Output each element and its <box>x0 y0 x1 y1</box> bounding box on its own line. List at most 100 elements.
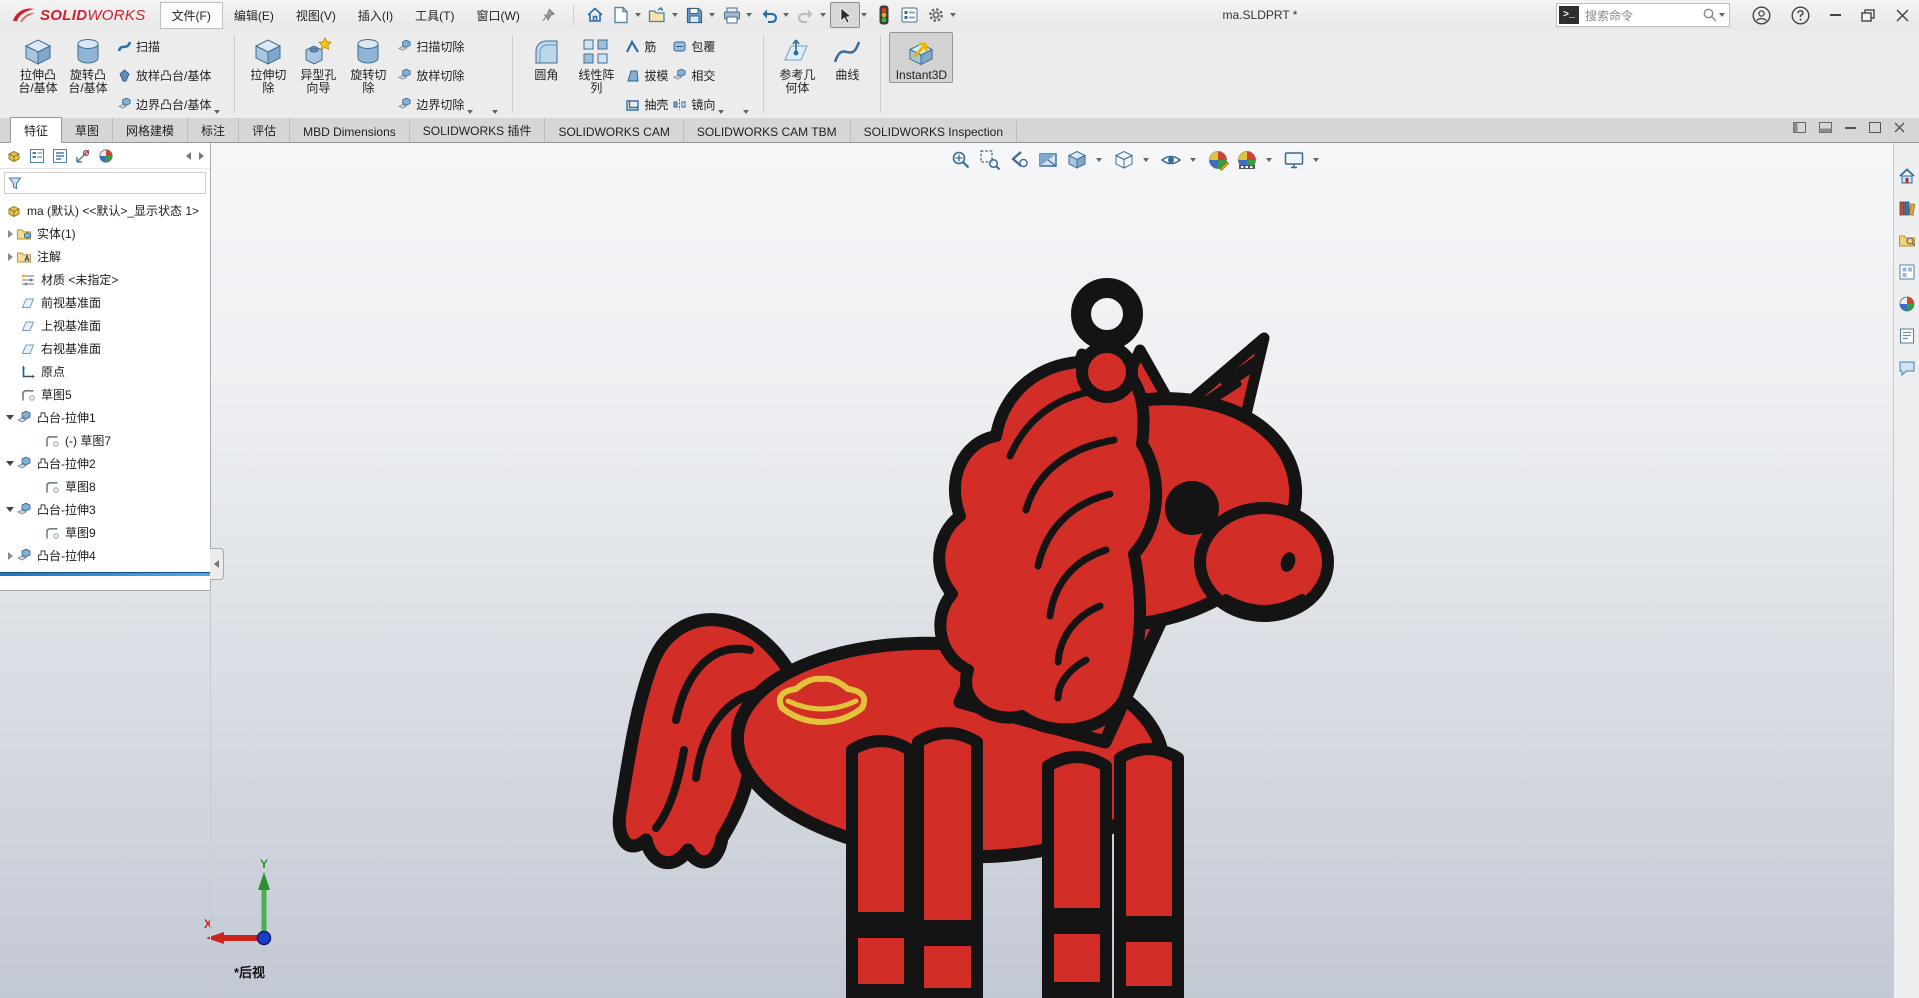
linear-pattern-button[interactable]: 线性阵 列 <box>571 32 621 95</box>
menu-window[interactable]: 窗口(W) <box>466 3 531 28</box>
expander-collapsed-icon[interactable] <box>4 252 16 261</box>
tree-row-boss-extrude3[interactable]: 凸台-拉伸3 <box>0 498 210 521</box>
lofted-cut-button[interactable]: 放样切除 <box>397 64 464 86</box>
menu-edit[interactable]: 编辑(E) <box>223 3 285 28</box>
section-view-icon[interactable] <box>1037 149 1059 171</box>
previous-view-icon[interactable] <box>1008 149 1030 171</box>
panel-split-line[interactable] <box>210 590 211 998</box>
tab-mbd-dimensions[interactable]: MBD Dimensions <box>290 121 410 142</box>
dropdown-caret-icon[interactable] <box>782 13 789 17</box>
dropdown-caret-icon[interactable] <box>743 110 750 114</box>
tree-row-solid-bodies[interactable]: 实体(1) <box>0 222 210 245</box>
expander-collapsed-icon[interactable] <box>4 229 16 238</box>
mirror-button[interactable]: 镜向 <box>672 93 715 115</box>
dropdown-caret-icon[interactable] <box>949 13 956 17</box>
options-list-icon[interactable] <box>897 3 923 27</box>
boundary-cut-button[interactable]: 边界切除 <box>397 93 464 115</box>
tree-row-boss-extrude2[interactable]: 凸台-拉伸2 <box>0 452 210 475</box>
featuremanager-tab-icon[interactable] <box>6 148 22 164</box>
panel-scroll-left-icon[interactable] <box>186 151 191 160</box>
file-explorer-icon[interactable] <box>1898 231 1916 249</box>
extruded-boss-button[interactable]: 拉伸凸 台/基体 <box>13 32 63 95</box>
tree-row-annotations[interactable]: 注解 <box>0 245 210 268</box>
instant3d-button[interactable]: Instant3D <box>889 32 954 83</box>
dropdown-caret-icon[interactable] <box>634 13 641 17</box>
loft-button[interactable]: 放样凸台/基体 <box>117 64 211 86</box>
view-palette-icon[interactable] <box>1898 263 1916 281</box>
performance-icon[interactable] <box>871 3 897 27</box>
hole-wizard-button[interactable]: 异型孔 向导 <box>293 32 343 95</box>
dropdown-caret-icon[interactable] <box>708 13 715 17</box>
minimize-doc-icon[interactable] <box>1845 126 1856 129</box>
tab-solidworks-cam[interactable]: SOLIDWORKS CAM <box>545 121 684 142</box>
search-caret-icon[interactable] <box>1719 13 1725 17</box>
boundary-boss-button[interactable]: 边界凸台/基体 <box>117 93 211 115</box>
tree-row-front-plane[interactable]: 前视基准面 <box>0 291 210 314</box>
tree-row-sketch5[interactable]: 草图5 <box>0 383 210 406</box>
appearances-icon[interactable] <box>1898 295 1916 313</box>
dropdown-caret-icon[interactable] <box>671 13 678 17</box>
tab-sketch[interactable]: 草图 <box>62 118 114 142</box>
wrap-button[interactable]: 包覆 <box>672 35 715 57</box>
edit-appearance-icon[interactable] <box>1207 149 1229 171</box>
view-settings-icon[interactable] <box>1283 149 1305 171</box>
close-icon[interactable] <box>1896 8 1909 22</box>
expander-expanded-icon[interactable] <box>4 507 16 512</box>
resources-icon[interactable] <box>1898 167 1916 185</box>
hide-show-items-icon[interactable] <box>1160 149 1182 171</box>
menu-file[interactable]: 文件(F) <box>159 1 223 29</box>
tree-row-boss-extrude4[interactable]: 凸台-拉伸4 <box>0 544 210 567</box>
intersect-button[interactable]: 相交 <box>672 64 715 86</box>
restore-icon[interactable] <box>1861 8 1876 22</box>
dropdown-caret-icon[interactable] <box>214 110 221 114</box>
red-unicorn-model[interactable] <box>600 272 1380 998</box>
tree-row-right-plane[interactable]: 右视基准面 <box>0 337 210 360</box>
menu-tools[interactable]: 工具(T) <box>404 3 465 28</box>
tree-row-boss-extrude1[interactable]: 凸台-拉伸1 <box>0 406 210 429</box>
dimxpertmanager-tab-icon[interactable] <box>75 148 91 164</box>
sweep-button[interactable]: 扫描 <box>117 35 211 57</box>
dropdown-caret-icon[interactable] <box>492 110 499 114</box>
dropdown-caret-icon[interactable] <box>745 13 752 17</box>
dropdown-caret-icon[interactable] <box>467 110 474 114</box>
menu-view[interactable]: 视图(V) <box>285 3 347 28</box>
tree-row-sketch8[interactable]: 草图8 <box>0 475 210 498</box>
print-icon[interactable] <box>719 3 745 27</box>
display-style-icon[interactable] <box>1113 149 1135 171</box>
tree-row-sketch7[interactable]: (-) 草图7 <box>0 429 210 452</box>
custom-properties-icon[interactable] <box>1898 327 1916 345</box>
draft-button[interactable]: 拔模 <box>625 64 668 86</box>
pin-pane-icon[interactable] <box>1819 122 1832 133</box>
settings-gear-icon[interactable] <box>923 3 949 27</box>
tree-row-material[interactable]: 材质 <未指定> <box>0 268 210 291</box>
menu-insert[interactable]: 插入(I) <box>347 3 404 28</box>
tree-filter-input[interactable] <box>4 172 206 194</box>
tab-markup[interactable]: 标注 <box>188 118 240 142</box>
command-search[interactable]: >_ 搜索命令 <box>1556 3 1730 27</box>
help-icon[interactable] <box>1791 5 1810 25</box>
tree-row-origin[interactable]: 原点 <box>0 360 210 383</box>
dropdown-caret-icon[interactable] <box>1190 158 1196 162</box>
tree-row-part[interactable]: ma (默认) <<默认>_显示状态 1> <box>0 199 210 222</box>
panel-collapse-handle[interactable] <box>210 548 224 580</box>
configurationmanager-tab-icon[interactable] <box>52 148 68 164</box>
dropdown-caret-icon[interactable] <box>819 13 826 17</box>
reference-geometry-button[interactable]: 参考几 何体 <box>772 32 822 95</box>
displaymanager-tab-icon[interactable] <box>98 148 114 164</box>
dropdown-caret-icon[interactable] <box>860 13 867 17</box>
swept-cut-button[interactable]: 扫描切除 <box>397 35 464 57</box>
zoom-fit-icon[interactable] <box>950 149 972 171</box>
account-icon[interactable] <box>1752 5 1771 25</box>
rib-button[interactable]: 筋 <box>625 35 668 57</box>
rollback-bar[interactable] <box>0 572 210 576</box>
close-doc-icon[interactable] <box>1894 122 1905 133</box>
undo-icon[interactable] <box>756 3 782 27</box>
tab-evaluate[interactable]: 评估 <box>239 118 291 142</box>
expander-collapsed-icon[interactable] <box>4 551 16 560</box>
view-orientation-icon[interactable] <box>1066 149 1088 171</box>
dropdown-caret-icon[interactable] <box>1096 158 1102 162</box>
tab-mesh-modeling[interactable]: 网格建模 <box>113 118 189 142</box>
search-icon[interactable] <box>1702 7 1718 23</box>
expander-expanded-icon[interactable] <box>4 461 16 466</box>
new-document-icon[interactable] <box>608 3 634 27</box>
